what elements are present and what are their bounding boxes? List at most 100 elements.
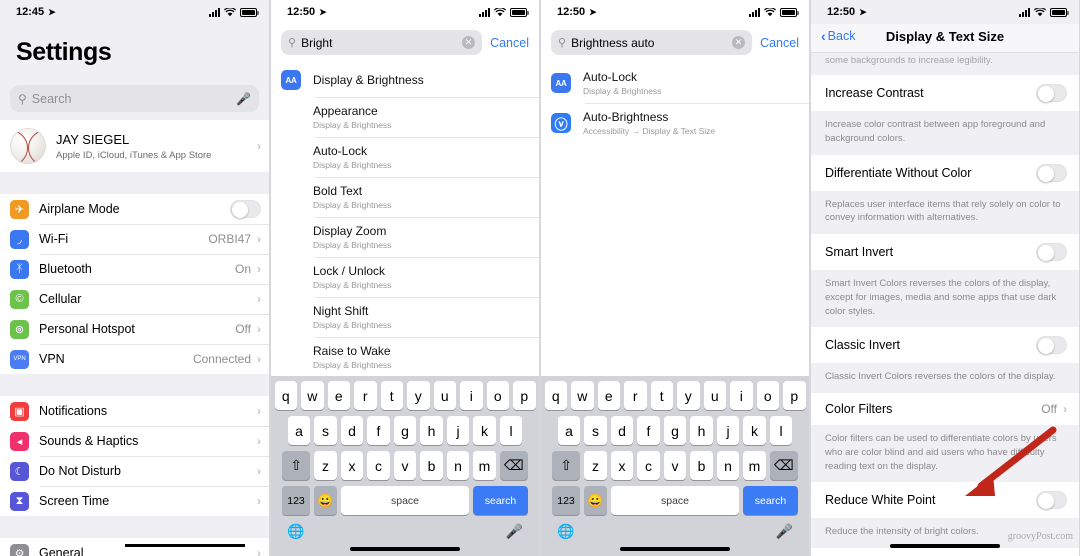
- settings-row[interactable]: ᛡ Bluetooth On ›: [0, 254, 269, 284]
- settings-row[interactable]: ⚙ General ›: [0, 538, 269, 556]
- settings-row[interactable]: ▣ Notifications ›: [0, 396, 269, 426]
- key-t[interactable]: t: [380, 381, 403, 410]
- cancel-button[interactable]: Cancel: [490, 36, 529, 50]
- key-d[interactable]: d: [340, 416, 364, 445]
- search-result-item[interactable]: Bold Text Display & Brightness: [271, 177, 539, 217]
- globe-icon[interactable]: 🌐: [557, 523, 574, 540]
- search-result-item[interactable]: Display Zoom Display & Brightness: [271, 217, 539, 257]
- key-w[interactable]: w: [571, 381, 594, 410]
- setting-row[interactable]: Classic Invert: [811, 327, 1079, 364]
- key-c[interactable]: c: [367, 451, 390, 480]
- key-y[interactable]: y: [407, 381, 430, 410]
- key-t[interactable]: t: [650, 381, 673, 410]
- space-key[interactable]: space: [611, 486, 739, 515]
- emoji-icon[interactable]: 😀: [584, 486, 607, 515]
- key-i[interactable]: i: [460, 381, 483, 410]
- key-n[interactable]: n: [446, 451, 470, 480]
- key-j[interactable]: j: [446, 416, 470, 445]
- setting-row[interactable]: Reduce White Point: [811, 482, 1079, 519]
- key-q[interactable]: q: [544, 381, 567, 410]
- toggle-switch[interactable]: [1036, 163, 1067, 182]
- search-input[interactable]: ⚲ Bright ✕: [281, 30, 483, 55]
- key-w[interactable]: w: [301, 381, 324, 410]
- clear-icon[interactable]: ✕: [462, 36, 476, 49]
- key-r[interactable]: r: [354, 381, 377, 410]
- search-result-item[interactable]: AA Display & Brightness: [271, 63, 539, 97]
- key-p[interactable]: p: [783, 381, 806, 410]
- key-b[interactable]: b: [420, 451, 443, 480]
- settings-row[interactable]: ⊚ Personal Hotspot Off ›: [0, 314, 269, 344]
- key-r[interactable]: r: [624, 381, 647, 410]
- apple-account-row[interactable]: JAY SIEGEL Apple ID, iCloud, iTunes & Ap…: [0, 120, 269, 172]
- toggle-switch[interactable]: [1036, 336, 1067, 355]
- key-e[interactable]: e: [597, 381, 620, 410]
- key-q[interactable]: q: [274, 381, 297, 410]
- key-g[interactable]: g: [393, 416, 417, 445]
- microphone-icon[interactable]: 🎤: [236, 92, 251, 106]
- key-i[interactable]: i: [730, 381, 753, 410]
- key-o[interactable]: o: [486, 381, 509, 410]
- key-x[interactable]: x: [610, 451, 634, 480]
- key-s[interactable]: s: [584, 416, 607, 445]
- key-d[interactable]: d: [610, 416, 634, 445]
- search-result-item[interactable]: Auto-Lock Display & Brightness: [271, 137, 539, 177]
- key-f[interactable]: f: [637, 416, 660, 445]
- search-key[interactable]: search: [473, 486, 528, 515]
- search-result-item[interactable]: Lock / Unlock Display & Brightness: [271, 257, 539, 297]
- search-result-item[interactable]: Appearance Display & Brightness: [271, 97, 539, 137]
- key-a[interactable]: a: [557, 416, 581, 445]
- key-h[interactable]: h: [690, 416, 713, 445]
- setting-row[interactable]: Increase Contrast: [811, 75, 1079, 111]
- key-s[interactable]: s: [314, 416, 337, 445]
- key-j[interactable]: j: [716, 416, 740, 445]
- key-p[interactable]: p: [513, 381, 536, 410]
- key-z[interactable]: z: [584, 451, 607, 480]
- key-a[interactable]: a: [287, 416, 311, 445]
- settings-row[interactable]: © Cellular ›: [0, 284, 269, 314]
- toggle-switch[interactable]: [230, 200, 261, 218]
- key-l[interactable]: l: [769, 416, 793, 445]
- toggle-switch[interactable]: [1036, 491, 1067, 510]
- search-result-item[interactable]: ⓥ Auto-Brightness Accessibility → Display …: [541, 103, 809, 143]
- key-y[interactable]: y: [677, 381, 700, 410]
- setting-row[interactable]: Smart Invert: [811, 234, 1079, 271]
- numbers-key[interactable]: 123: [552, 486, 580, 515]
- key-k[interactable]: k: [473, 416, 496, 445]
- clear-icon[interactable]: ✕: [732, 36, 746, 49]
- search-result-item[interactable]: Night Shift Display & Brightness: [271, 297, 539, 337]
- key-l[interactable]: l: [499, 416, 523, 445]
- toggle-switch[interactable]: [1036, 84, 1067, 102]
- settings-row[interactable]: ◂ Sounds & Haptics ›: [0, 426, 269, 456]
- key-v[interactable]: v: [663, 451, 687, 480]
- settings-row[interactable]: ☾ Do Not Disturb ›: [0, 456, 269, 486]
- key-f[interactable]: f: [367, 416, 390, 445]
- key-n[interactable]: n: [716, 451, 740, 480]
- key-o[interactable]: o: [756, 381, 779, 410]
- setting-row[interactable]: Auto-Brightness: [811, 548, 1079, 556]
- settings-row[interactable]: ◞ Wi-Fi ORBI47 ›: [0, 224, 269, 254]
- key-b[interactable]: b: [690, 451, 713, 480]
- backspace-icon[interactable]: ⌫: [499, 451, 528, 480]
- search-input[interactable]: ⚲ Search 🎤: [10, 85, 259, 112]
- search-result-item[interactable]: Raise to Wake Display & Brightness: [271, 337, 539, 377]
- key-k[interactable]: k: [743, 416, 766, 445]
- shift-icon[interactable]: ⇧: [552, 451, 581, 480]
- key-c[interactable]: c: [637, 451, 660, 480]
- key-e[interactable]: e: [327, 381, 350, 410]
- key-g[interactable]: g: [663, 416, 687, 445]
- microphone-icon[interactable]: 🎤: [776, 523, 793, 540]
- search-result-item[interactable]: AA Auto-Lock Display & Brightness: [541, 63, 809, 103]
- toggle-switch[interactable]: [1036, 243, 1067, 262]
- space-key[interactable]: space: [341, 486, 469, 515]
- backspace-icon[interactable]: ⌫: [769, 451, 798, 480]
- settings-row[interactable]: ✈ Airplane Mode: [0, 194, 269, 224]
- key-x[interactable]: x: [340, 451, 364, 480]
- search-input[interactable]: ⚲ Brightness auto ✕: [551, 30, 753, 55]
- key-h[interactable]: h: [420, 416, 443, 445]
- cancel-button[interactable]: Cancel: [760, 36, 799, 50]
- settings-row[interactable]: ⧗ Screen Time ›: [0, 486, 269, 516]
- globe-icon[interactable]: 🌐: [287, 523, 304, 540]
- key-u[interactable]: u: [433, 381, 456, 410]
- shift-icon[interactable]: ⇧: [282, 451, 311, 480]
- setting-row[interactable]: Differentiate Without Color: [811, 154, 1079, 191]
